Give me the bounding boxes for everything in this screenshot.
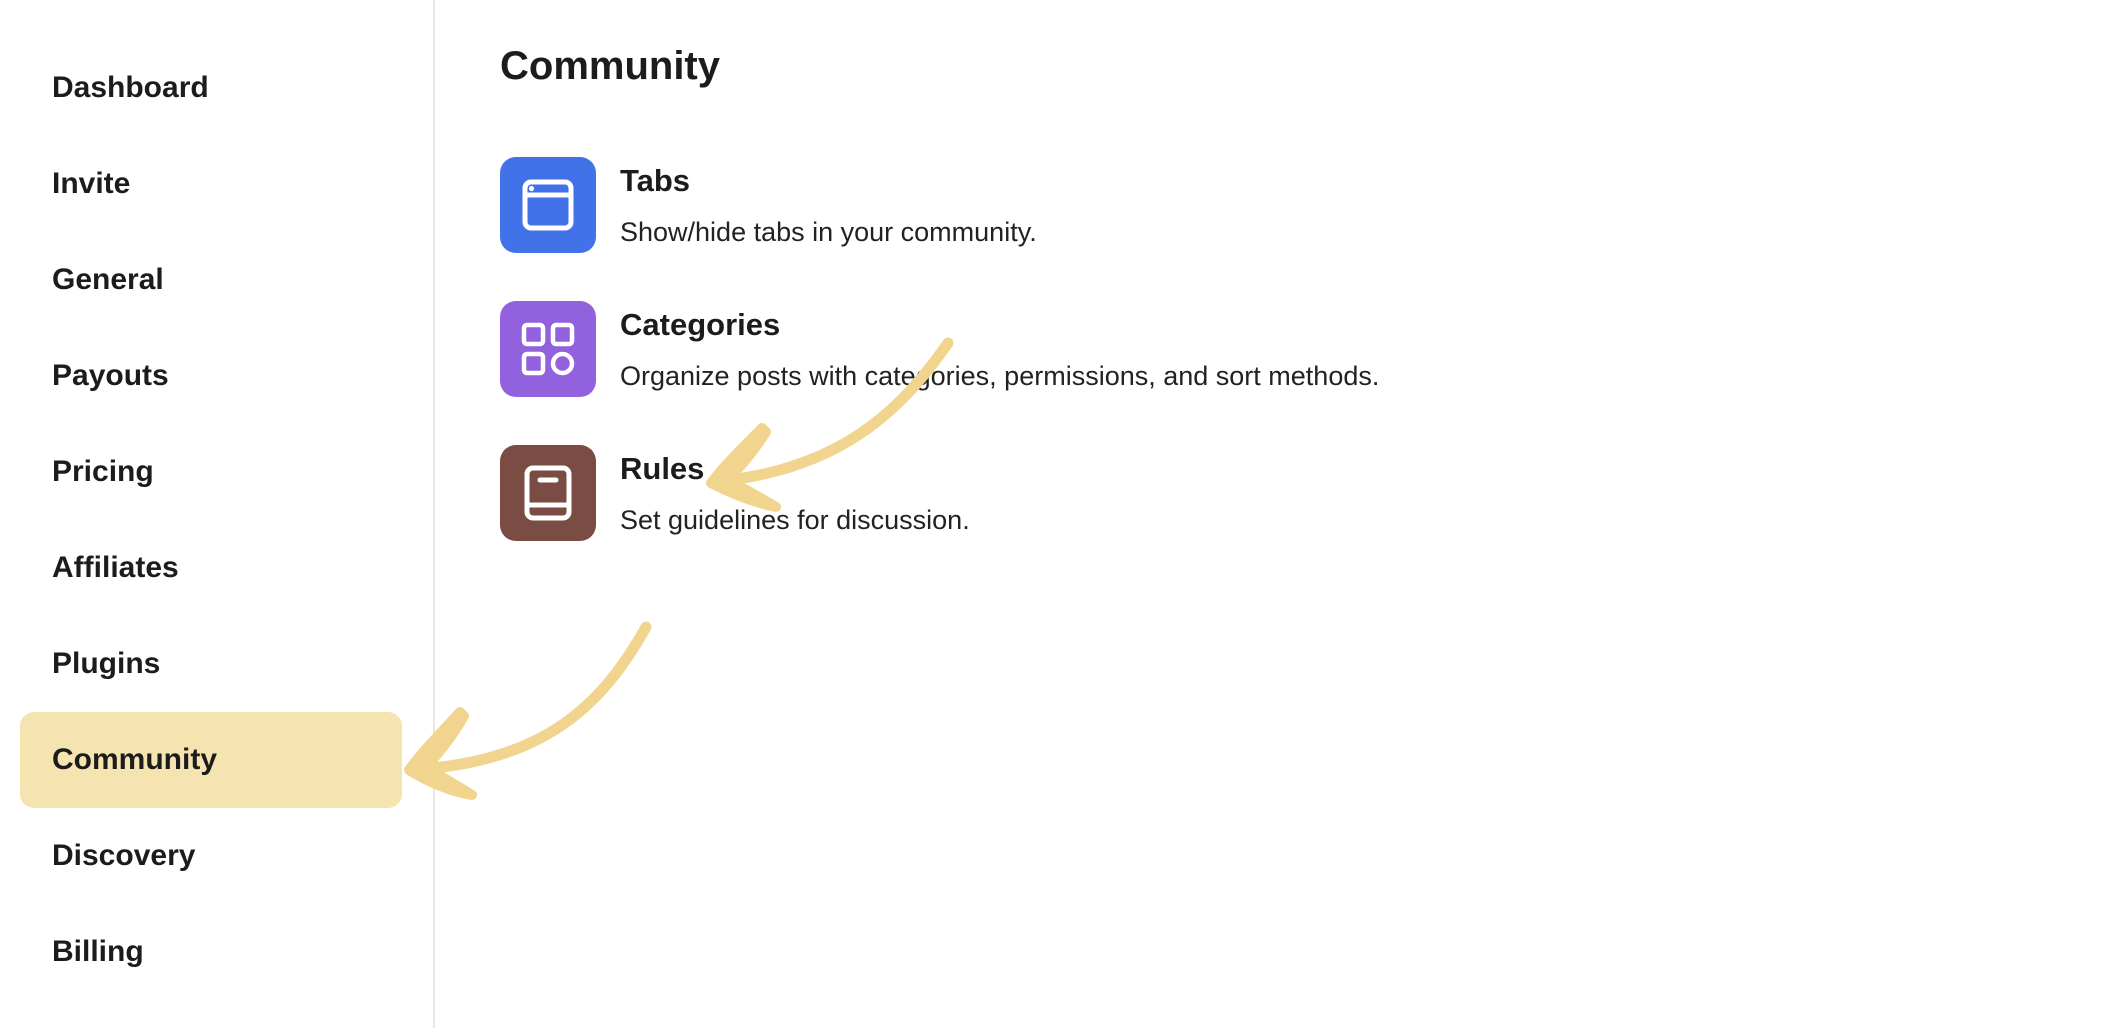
sidebar-item-label: Dashboard: [52, 71, 209, 104]
categories-icon-tile: [500, 301, 596, 397]
sidebar-item-billing[interactable]: Billing: [20, 904, 402, 1000]
setting-categories[interactable]: Categories Organize posts with categorie…: [500, 301, 1700, 397]
sidebar-item-discovery[interactable]: Discovery: [20, 808, 402, 904]
sidebar-item-label: Plugins: [52, 647, 161, 680]
setting-description: Organize posts with categories, permissi…: [620, 361, 1380, 391]
app-window: Dashboard Invite General Payouts Pricing…: [0, 0, 2120, 1028]
sidebar-item-invite[interactable]: Invite: [20, 136, 402, 232]
page-title: Community: [500, 44, 720, 88]
sidebar-item-general[interactable]: General: [20, 232, 402, 328]
sidebar-item-pricing[interactable]: Pricing: [20, 424, 402, 520]
sidebar-item-label: Community: [52, 743, 217, 776]
sidebar-item-affiliates[interactable]: Affiliates: [20, 520, 402, 616]
sidebar-item-label: Pricing: [52, 455, 154, 488]
sidebar-item-dashboard[interactable]: Dashboard: [20, 40, 402, 136]
annotation-arrow-community: [404, 621, 652, 800]
setting-name: Categories: [620, 307, 781, 342]
book-icon: [524, 465, 572, 521]
sidebar-item-label: Affiliates: [52, 551, 179, 584]
sidebar-item-label: Invite: [52, 167, 131, 200]
sidebar-item-community[interactable]: Community: [20, 712, 402, 808]
sidebar-item-label: Billing: [52, 935, 144, 968]
setting-name: Tabs: [620, 163, 691, 198]
setting-tabs[interactable]: Tabs Show/hide tabs in your community.: [500, 157, 1700, 253]
sidebar-item-label: Payouts: [52, 359, 169, 392]
sidebar-item-label: General: [52, 263, 164, 296]
setting-rules[interactable]: Rules Set guidelines for discussion.: [500, 445, 1700, 541]
sidebar-item-payouts[interactable]: Payouts: [20, 328, 402, 424]
sidebar: Dashboard Invite General Payouts Pricing…: [0, 0, 435, 1028]
browser-window-icon: [522, 179, 574, 231]
tabs-icon-tile: [500, 157, 596, 253]
rules-icon-tile: [500, 445, 596, 541]
setting-name: Rules: [620, 451, 705, 486]
setting-description: Show/hide tabs in your community.: [620, 217, 1037, 247]
sidebar-item-plugins[interactable]: Plugins: [20, 616, 402, 712]
sidebar-item-label: Discovery: [52, 839, 196, 872]
setting-description: Set guidelines for discussion.: [620, 505, 970, 535]
grid-shapes-icon: [521, 322, 575, 376]
